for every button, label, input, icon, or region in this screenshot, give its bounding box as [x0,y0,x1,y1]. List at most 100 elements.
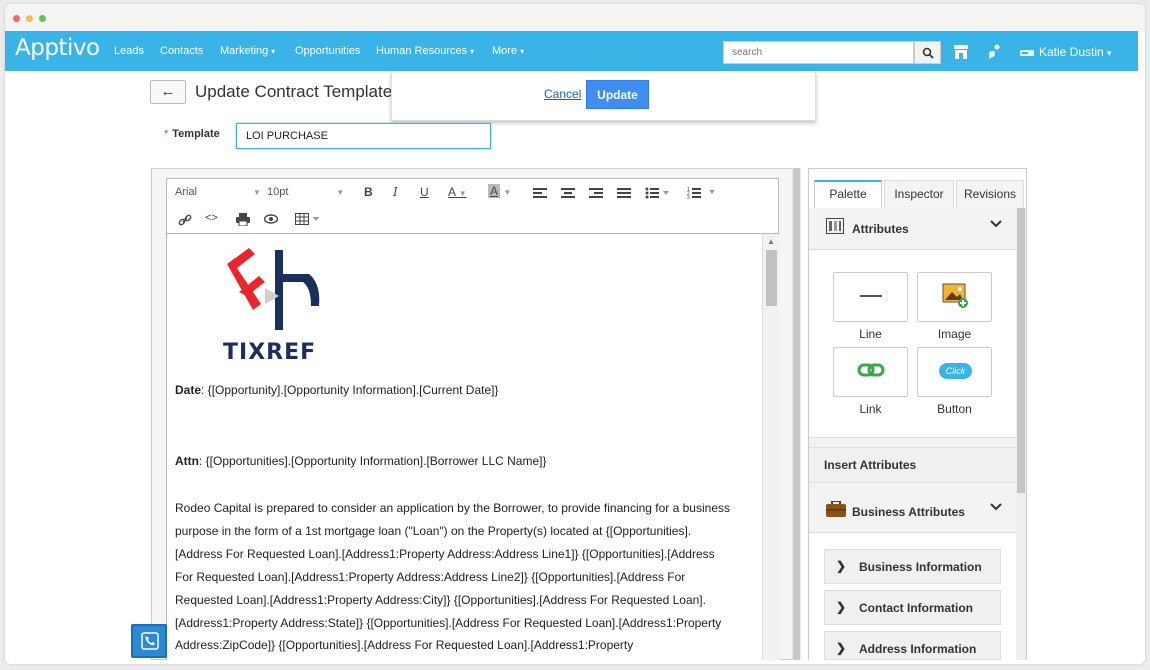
link-attribute-tile[interactable] [833,347,908,397]
document-scrollbar[interactable]: ▲ [762,234,779,660]
user-menu[interactable]: Katie Dustin ▾ [1020,45,1112,59]
tixref-logo-text: TIXREF [223,340,317,365]
top-navigation-bar: Apptivo Leads Contacts Marketing ▾ Opport… [5,31,1138,71]
address-information-label: Address Information [859,642,977,656]
nav-human-resources[interactable]: Human Resources ▾ [376,45,474,57]
bold-button[interactable]: B [364,185,373,199]
text-color-button[interactable]: A ▼ [448,185,467,199]
minimize-window-dot[interactable] [26,15,33,22]
print-icon[interactable] [236,213,250,226]
doc-date-label: Date [175,383,202,397]
phone-call-button[interactable] [131,624,167,658]
preview-eye-icon[interactable] [264,214,278,224]
contact-information-item[interactable]: ❯ Contact Information [824,590,1001,625]
underline-button[interactable]: U [420,185,429,199]
address-information-item[interactable]: ❯ Address Information [824,631,1001,660]
attributes-section-header[interactable]: Attributes [809,208,1016,250]
bullet-list-icon[interactable] [645,187,669,199]
align-right-icon[interactable] [589,187,603,199]
doc-body-line: purpose in the form of a 1st mortgage lo… [175,524,692,538]
nav-human-resources-label: Human Resources [376,45,468,57]
chevron-right-icon: ❯ [836,559,847,573]
business-attributes-header[interactable]: Business Attributes [809,491,1016,533]
image-attribute-tile[interactable] [917,272,992,322]
button-attribute-tile[interactable]: Click [917,347,992,397]
text-color-icon: A [448,185,456,199]
chevron-down-icon [990,220,1002,228]
align-justify-icon[interactable] [617,187,631,199]
business-information-label: Business Information [859,560,982,574]
line-icon [860,295,882,297]
nav-contacts[interactable]: Contacts [160,45,203,57]
page-title: Update Contract Template [195,82,393,101]
columns-icon [826,218,844,234]
align-left-icon[interactable] [533,187,547,199]
font-size-select[interactable]: 10pt ▼ [267,186,344,198]
panel-scrollbar-thumb[interactable] [1017,208,1025,493]
nav-marketing-label: Marketing [220,45,269,57]
notifications-icon[interactable] [985,43,1003,61]
business-information-item[interactable]: ❯ Business Information [824,549,1001,584]
doc-body-line: Address:ZipCode]} {[Opportunities].[Addr… [175,638,634,652]
attributes-title: Attributes [852,222,909,236]
template-name-input[interactable] [236,123,491,149]
tixref-logo-image [227,248,320,330]
maximize-window-dot[interactable] [39,15,46,22]
tab-palette[interactable]: Palette [814,180,882,208]
nav-opportunities-label: Opportunities [295,45,361,57]
table-icon[interactable] [295,213,321,225]
editor-scrollbar-thumb[interactable] [793,168,800,660]
bg-color-icon: A [488,184,501,198]
nav-opportunities[interactable]: Opportunities [295,45,360,57]
user-card-icon [1020,49,1034,56]
scroll-up-icon[interactable]: ▲ [767,237,775,246]
search-button[interactable] [914,41,941,64]
doc-attn-label: Attn [175,454,199,468]
align-center-icon[interactable] [561,187,575,199]
line-attribute-label: Line [859,327,882,341]
template-label: * Template [164,128,220,140]
document-scrollbar-thumb[interactable] [766,250,777,306]
close-window-dot[interactable] [13,15,20,22]
chain-link-icon [857,363,885,377]
tab-inspector[interactable]: Inspector [884,180,954,208]
numbered-list-icon[interactable]: 123 [687,186,717,199]
line-attribute-tile[interactable] [833,272,908,322]
insert-attributes-header[interactable]: Insert Attributes [809,447,1016,483]
chevron-down-icon: ▼ [336,188,345,197]
chevron-down-icon: ▼ [458,189,467,198]
store-icon[interactable] [952,43,970,61]
search-input[interactable] [723,41,914,64]
cancel-link[interactable]: Cancel [544,87,581,101]
link-icon[interactable] [178,213,192,227]
editor-scrollbar[interactable] [792,168,801,660]
doc-body-line: Requested Loan].[Address1:Property Addre… [175,593,706,607]
nav-leads[interactable]: Leads [114,45,144,57]
update-button[interactable]: Update [586,80,649,109]
chevron-down-icon: ▾ [1107,48,1112,58]
image-icon [942,283,968,308]
italic-button[interactable]: I [393,185,398,199]
back-button[interactable]: ← [150,80,186,104]
tab-revisions[interactable]: Revisions [956,180,1024,208]
nav-marketing[interactable]: Marketing ▾ [220,45,275,57]
document-editor-area[interactable]: TIXREF Date: {[Opportunity].[Opportunity… [166,234,762,660]
bg-color-button[interactable]: A ▼ [488,184,511,198]
image-attribute-label: Image [937,327,972,341]
apptivo-logo[interactable]: Apptivo [15,35,100,61]
panel-scrollbar[interactable] [1016,208,1026,660]
window-chrome [5,4,1145,32]
font-family-select[interactable]: Arial ▼ [175,186,261,198]
doc-date-value: : {[Opportunity].[Opportunity Informatio… [201,383,499,397]
chevron-down-icon: ▾ [520,47,525,56]
nav-more[interactable]: More ▾ [492,45,524,57]
chevron-down-icon: ▾ [271,47,276,56]
button-attribute-label: Button [937,402,972,416]
contact-information-label: Contact Information [859,601,973,615]
business-attributes-title: Business Attributes [852,505,965,519]
font-size-value: 10pt [267,186,289,198]
chevron-down-icon [990,503,1002,511]
source-code-icon[interactable]: <> [205,212,218,224]
link-attribute-label: Link [859,402,882,416]
doc-body-line: [Address For Requested Loan].[Address1:P… [175,547,715,561]
